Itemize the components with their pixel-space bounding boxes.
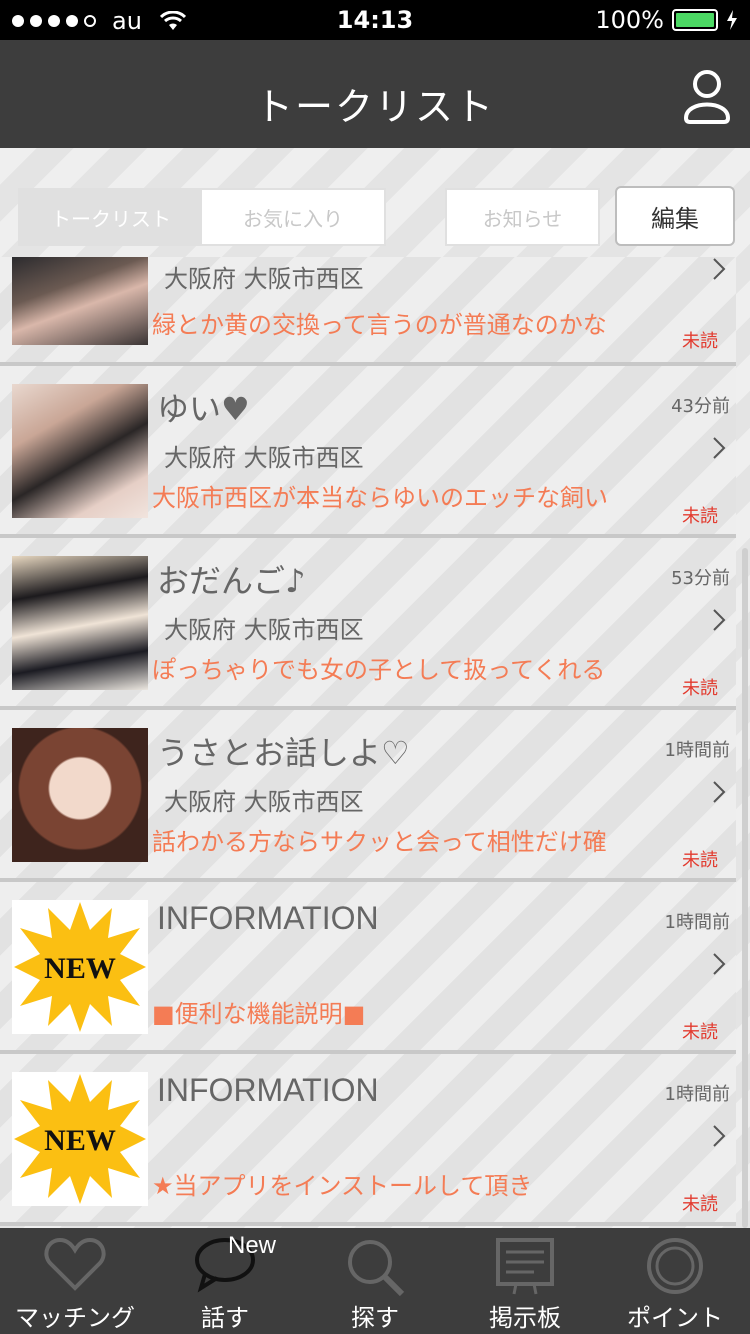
unread-badge: 未読 [682,850,718,871]
info-title: INFORMATION [157,1072,379,1108]
user-name: おだんご♪ [157,562,306,600]
tab-label: 掲示板 [489,1304,561,1332]
user-name: ゆい♥ [157,390,250,428]
scrollbar[interactable] [742,548,748,1228]
tab-points[interactable]: ポイント [600,1228,750,1334]
chevron-right-icon [713,953,726,975]
list-item[interactable]: 大阪府 大阪市西区 緑とか黄の交換って言うのが普通なのかな 未読 [0,257,736,366]
location: 大阪府 大阪市西区 [164,616,364,644]
time-ago: 1時間前 [664,912,730,933]
tab-label: 探す [351,1304,399,1332]
battery-indicator: 100% [595,6,738,34]
page-title: トークリスト [254,85,495,129]
avatar [12,728,148,862]
message-preview: ★当アプリをインストールして頂き [152,1172,533,1200]
time-ago: 43分前 [671,396,730,417]
tab-search[interactable]: 探す [300,1228,450,1334]
unread-badge: 未読 [682,506,718,527]
search-icon [348,1240,405,1296]
edit-button[interactable]: 編集 [615,186,735,246]
list-item[interactable]: おだんご♪ 53分前 大阪府 大阪市西区 ぽっちゃりでも女の子として扱ってくれる… [0,538,736,710]
tab-talk-list[interactable]: トークリスト [20,190,202,244]
time-ago: 1時間前 [664,1084,730,1105]
profile-icon[interactable] [682,68,732,124]
content-area: トークリスト お気に入り お知らせ 編集 大阪府 大阪市西区 緑とか黄の交換って… [0,148,750,1228]
location: 大阪府 大阪市西区 [164,265,364,293]
chevron-right-icon [713,437,726,459]
board-icon [496,1238,554,1295]
unread-badge: 未読 [682,678,718,699]
list-item[interactable]: ゆい♥ 43分前 大阪府 大阪市西区 大阪市西区が本当ならゆいのエッチな飼い 未… [0,366,736,538]
tab-label: 話す [201,1304,249,1332]
location: 大阪府 大阪市西区 [164,444,364,472]
message-preview: 大阪市西区が本当ならゆいのエッチな飼い [152,484,608,512]
new-badge-icon: NEW [12,900,148,1034]
user-name: うさとお話しよ♡ [157,734,410,772]
unread-badge: 未読 [682,1022,718,1043]
message-preview: 話わかる方ならサクッと会って相性だけ確 [152,828,607,856]
message-preview: ■便利な機能説明■ [152,1000,366,1028]
battery-icon [672,9,718,31]
avatar [12,384,148,518]
list-item[interactable]: うさとお話しよ♡ 1時間前 大阪府 大阪市西区 話わかる方ならサクッと会って相性… [0,710,736,882]
tab-label: ポイント [627,1304,723,1332]
location: 大阪府 大阪市西区 [164,788,364,816]
battery-percent: 100% [595,6,664,34]
tab-favorites[interactable]: お気に入り [202,190,384,244]
heart-icon [44,1237,106,1291]
chevron-right-icon [713,258,726,280]
unread-badge: 未読 [682,331,718,352]
bottom-tab-bar: マッチング New 話す 探す 掲示板 ポイント [0,1228,750,1334]
badge-text: NEW [44,1124,116,1157]
new-tag: New [228,1232,277,1259]
talk-list: 大阪府 大阪市西区 緑とか黄の交換って言うのが普通なのかな 未読 ゆい♥ 43分… [0,257,750,1226]
new-badge-icon: NEW [12,1072,148,1206]
avatar [12,257,148,345]
avatar [12,556,148,690]
tab-label: マッチング [15,1304,135,1332]
charging-icon [727,10,737,30]
tab-matching[interactable]: マッチング [0,1228,150,1334]
list-item[interactable]: NEW INFORMATION 1時間前 ★当アプリをインストールして頂き 未読 [0,1054,736,1226]
badge-text: NEW [44,952,116,985]
time-ago: 53分前 [671,568,730,589]
list-item[interactable]: NEW INFORMATION 1時間前 ■便利な機能説明■ 未読 [0,882,736,1054]
status-bar: au 14:13 100% [0,0,750,40]
chevron-right-icon [713,781,726,803]
tab-board[interactable]: 掲示板 [450,1228,600,1334]
message-preview: ぽっちゃりでも女の子として扱ってくれる [152,656,606,684]
coin-icon [647,1238,703,1294]
notice-button[interactable]: お知らせ [445,188,600,246]
chevron-right-icon [713,609,726,631]
tab-talk[interactable]: New 話す [150,1228,300,1334]
nav-header: トークリスト [0,40,750,148]
chevron-right-icon [713,1125,726,1147]
segment-control: トークリスト お気に入り [18,188,386,246]
message-preview: 緑とか黄の交換って言うのが普通なのかな [152,311,607,339]
info-title: INFORMATION [157,900,379,936]
time-ago: 1時間前 [664,740,730,761]
unread-badge: 未読 [682,1194,718,1215]
